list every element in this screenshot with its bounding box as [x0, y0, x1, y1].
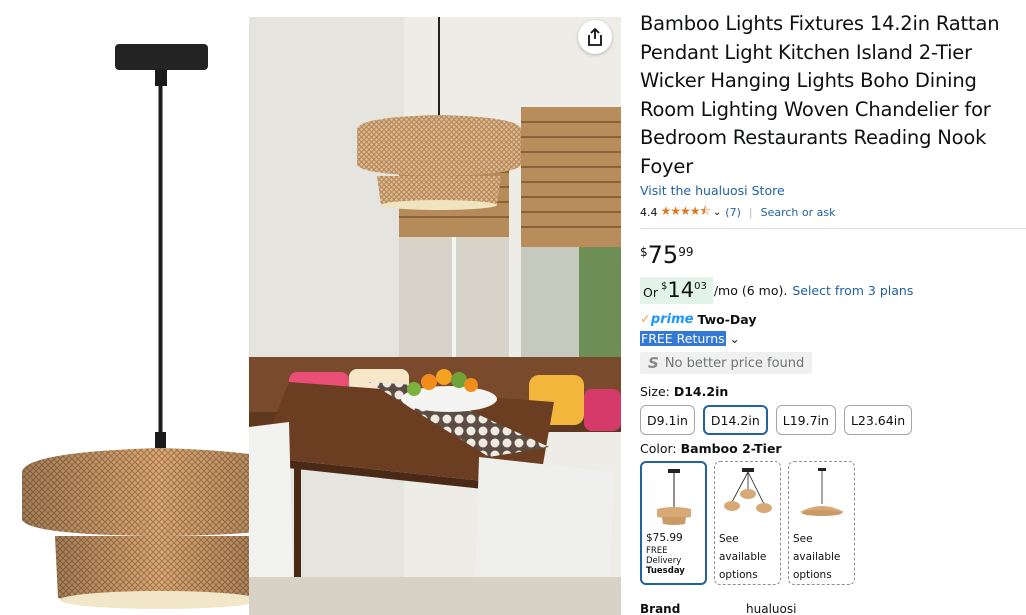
installment-row: Or $ 14 03 /mo (6 mo). Select from 3 pla…: [640, 277, 1026, 304]
size-option-l19[interactable]: L19.7in: [775, 405, 836, 435]
free-returns-row[interactable]: FREE Returns ⌄: [640, 331, 1026, 346]
swatch-thumbnail: [642, 463, 705, 531]
price-symbol: $: [640, 245, 648, 259]
free-returns-label[interactable]: FREE Returns: [640, 331, 726, 346]
swatch-price: $75.99: [646, 532, 683, 544]
size-selected-value: D14.2in: [673, 384, 729, 399]
rating-row: 4.4 ★★★★⯪ ⌄ (7) | Search or ask: [640, 202, 1026, 223]
product-title: Bamboo Lights Fixtures 14.2in Rattan Pen…: [640, 12, 1000, 178]
rating-count-link[interactable]: (7): [725, 206, 741, 219]
swatch-delivery: FREE Delivery: [646, 546, 682, 566]
installment-badge: Or $ 14 03: [640, 277, 713, 304]
chevron-down-icon[interactable]: ⌄: [713, 207, 721, 218]
size-option-d9[interactable]: D9.1in: [640, 405, 695, 435]
star-rating-icon[interactable]: ★★★★⯪: [661, 202, 711, 223]
size-label: Size: D14.2in: [640, 384, 1026, 399]
rating-value: 4.4: [640, 206, 658, 219]
prime-check-icon: ✓: [640, 312, 651, 327]
color-swatch-bamboo-2-tier[interactable]: $75.99 FREE Delivery Tuesday: [640, 461, 707, 585]
size-option-d14[interactable]: D14.2in: [702, 405, 768, 435]
installment-suffix: /mo (6 mo).: [713, 283, 788, 298]
price-whole: 75: [647, 241, 679, 269]
price-check-icon: S: [648, 354, 659, 372]
swatch-day: Tuesday: [646, 566, 685, 576]
section-divider: [640, 228, 1026, 229]
no-better-price-badge: S No better price found: [640, 352, 813, 374]
prime-delivery: ✓ prime Two-Day: [640, 312, 1026, 327]
product-info-panel: Bamboo Lights Fixtures 14.2in Rattan Pen…: [640, 10, 1026, 585]
color-label: Color: Bamboo 2-Tier: [640, 441, 1026, 456]
installment-whole: 14: [667, 278, 695, 302]
share-button[interactable]: [578, 20, 612, 54]
swatch-see-text: options: [793, 569, 832, 581]
brand-label: Brand: [640, 602, 681, 615]
main-product-image[interactable]: [0, 0, 250, 615]
size-option-l23[interactable]: L23.64in: [843, 405, 913, 435]
installment-prefix: Or: [643, 285, 658, 300]
search-or-ask-link[interactable]: Search or ask: [761, 206, 836, 219]
select-plans-link[interactable]: Select from 3 plans: [792, 283, 913, 298]
color-selected-value: Bamboo 2-Tier: [680, 441, 782, 456]
prime-logo: prime: [650, 312, 694, 327]
delivery-speed: Two-Day: [697, 312, 757, 327]
swatch-see-text: options: [719, 569, 758, 581]
color-swatch-option-3[interactable]: See available options: [788, 461, 855, 585]
brand-detail-row: Brand hualuosi: [640, 602, 1026, 615]
share-icon: [588, 28, 602, 46]
swatch-thumbnail: [789, 462, 854, 530]
swatch-thumbnail: [715, 462, 780, 530]
price: $ 75 99: [640, 243, 1026, 267]
color-label-key: Color:: [640, 441, 677, 456]
divider: |: [748, 206, 753, 219]
color-swatch-option-2[interactable]: See available options: [714, 461, 781, 585]
price-fraction: 99: [678, 245, 694, 259]
swatch-delivery-day: Tuesday: [642, 566, 705, 576]
no-better-price-text: No better price found: [664, 355, 805, 371]
size-label-key: Size:: [640, 384, 670, 399]
swatch-see-text: See: [719, 533, 739, 545]
lifestyle-room-image[interactable]: [249, 17, 621, 615]
store-link[interactable]: Visit the hualuosi Store: [640, 183, 1026, 198]
size-options: D9.1in D14.2in L19.7in L23.64in: [640, 405, 1026, 435]
swatch-see-text: See: [793, 533, 813, 545]
installment-fraction: 03: [694, 281, 707, 292]
swatch-see-text: available: [793, 551, 841, 563]
brand-value: hualuosi: [746, 602, 797, 615]
chevron-down-icon[interactable]: ⌄: [730, 332, 740, 346]
color-swatches: $75.99 FREE Delivery Tuesday See availab…: [640, 461, 1026, 585]
swatch-see-text: available: [719, 551, 767, 563]
